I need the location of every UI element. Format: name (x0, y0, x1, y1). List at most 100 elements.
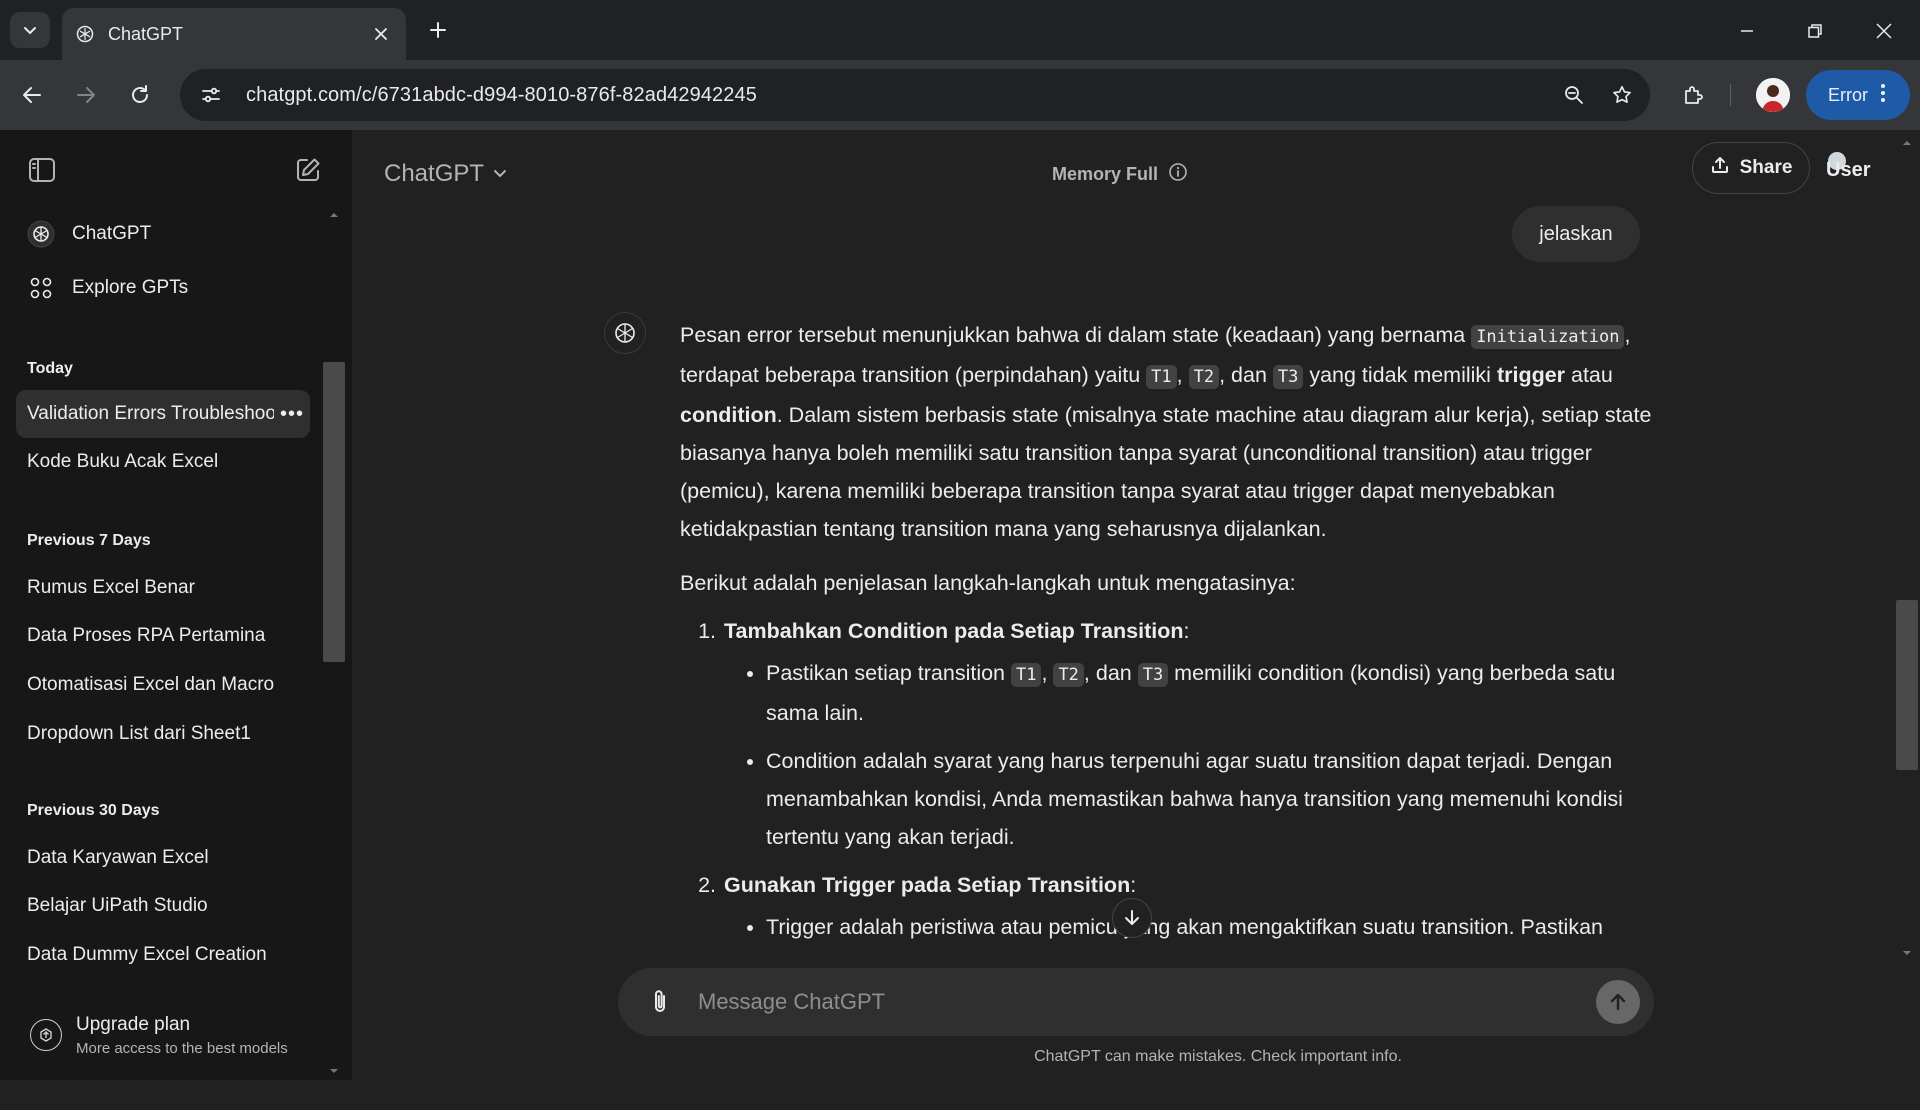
section-title-today: Today (27, 360, 73, 377)
scroll-down-icon[interactable] (329, 1066, 339, 1076)
site-settings-icon[interactable] (186, 75, 236, 115)
assistant-message: Pesan error tersebut menunjukkan bahwa d… (680, 316, 1660, 974)
user-menu-button[interactable]: User (1826, 152, 1870, 188)
scroll-down-icon[interactable] (1902, 948, 1912, 958)
text-span: , dan (1219, 363, 1273, 387)
step-title: Tambahkan Condition pada Setiap Transiti… (724, 619, 1184, 643)
disclaimer: ChatGPT can make mistakes. Check importa… (352, 1048, 1920, 1066)
assistant-paragraph: Berikut adalah penjelasan langkah-langka… (680, 571, 1296, 595)
tab-search-button[interactable] (10, 12, 50, 48)
close-icon[interactable] (370, 23, 392, 45)
puzzle-icon (1685, 86, 1703, 104)
address-bar[interactable]: chatgpt.com/c/6731abdc-d994-8010-876f-82… (180, 69, 1650, 121)
upgrade-plan-button[interactable]: Upgrade plan More access to the best mod… (16, 1002, 326, 1068)
sidebar-scrollbar[interactable] (323, 213, 345, 1110)
upgrade-icon (30, 1019, 62, 1051)
extensions-button[interactable] (1676, 77, 1712, 113)
sidebar-item-chatgpt[interactable]: ChatGPT (16, 210, 310, 258)
user-message-bubble: jelaskan (1512, 206, 1640, 262)
upgrade-subtitle: More access to the best models (76, 1039, 288, 1057)
error-label: Error (1828, 84, 1868, 105)
inline-code: T2 (1053, 663, 1084, 687)
toolbar-divider (1730, 84, 1731, 106)
restore-button[interactable] (1798, 14, 1832, 48)
bold-text: condition (680, 403, 777, 427)
message-composer (618, 968, 1654, 1036)
browser-tab-bar: ChatGPT (0, 0, 1920, 60)
list-item: Gunakan Trigger pada Setiap Transition: … (722, 866, 1660, 946)
openai-logo-icon (74, 23, 96, 45)
toggle-sidebar-button[interactable] (24, 152, 60, 188)
new-tab-button[interactable] (424, 16, 452, 44)
back-button[interactable] (14, 77, 50, 113)
new-chat-button[interactable] (290, 152, 326, 188)
chat-item[interactable]: Dropdown List dari Sheet1 (16, 710, 310, 758)
send-button[interactable] (1596, 980, 1640, 1024)
profile-error-button[interactable]: Error (1806, 70, 1910, 120)
step-title: Gunakan Trigger pada Setiap Transition (724, 873, 1131, 897)
chat-item-label: Data Dummy Excel Creation (27, 944, 267, 965)
chevron-down-icon (24, 27, 36, 35)
sidebar: ChatGPT Explore GPTs Today Validation Er… (0, 130, 352, 1080)
chat-item[interactable]: Data Proses RPA Pertamina (16, 612, 310, 660)
share-icon (1710, 155, 1730, 181)
bookmark-star-icon[interactable] (1602, 75, 1642, 115)
inline-code: T2 (1188, 365, 1220, 389)
openai-logo-icon (615, 323, 635, 343)
forward-button[interactable] (68, 77, 104, 113)
steps-list: Tambahkan Condition pada Setiap Transiti… (680, 612, 1660, 946)
share-button[interactable]: Share (1692, 142, 1810, 194)
text-span: , (1176, 363, 1189, 387)
arrow-right-icon (77, 87, 95, 103)
text-span: . Dalam sistem berbasis state (misalnya … (680, 403, 1652, 541)
model-selector[interactable]: ChatGPT (384, 154, 508, 194)
disclaimer-text: ChatGPT can make mistakes. Check importa… (1034, 1048, 1402, 1065)
bullet-list: Pastikan setiap transition T1, T2, dan T… (724, 654, 1660, 856)
list-item: Pastikan setiap transition T1, T2, dan T… (766, 654, 1660, 732)
chat-item-label: Belajar UiPath Studio (27, 895, 208, 916)
openai-logo-icon (26, 219, 56, 249)
memory-status[interactable]: Memory Full (1052, 156, 1188, 192)
url-text[interactable]: chatgpt.com/c/6731abdc-d994-8010-876f-82… (236, 84, 1554, 107)
chat-item[interactable]: Data Karyawan Excel (16, 834, 310, 882)
browser-tab-chatgpt[interactable]: ChatGPT (62, 8, 406, 60)
chat-item[interactable]: Data Dummy Excel Creation (16, 931, 310, 979)
user-name: User (1826, 158, 1871, 181)
scroll-up-icon[interactable] (1902, 138, 1912, 148)
sidebar-scroll-thumb[interactable] (323, 362, 345, 662)
profile-avatar[interactable] (1756, 78, 1790, 112)
text-span: Pesan error tersebut menunjukkan bahwa d… (680, 323, 1472, 347)
sidebar-item-label: ChatGPT (72, 223, 152, 244)
message-input[interactable] (698, 982, 1596, 1022)
scroll-to-bottom-button[interactable] (1112, 898, 1152, 938)
scroll-up-icon[interactable] (329, 210, 339, 220)
window-close-button[interactable] (1867, 14, 1901, 48)
minimize-button[interactable] (1730, 14, 1764, 48)
chat-item[interactable]: Otomatisasi Excel dan Macro (16, 661, 310, 709)
text-span: Pastikan setiap transition (766, 661, 1011, 685)
model-name: ChatGPT (384, 160, 485, 187)
text-span: yang tidak memiliki (1303, 363, 1497, 387)
more-vertical-icon (1880, 83, 1886, 108)
chat-item[interactable]: Kode Buku Acak Excel (16, 438, 310, 486)
arrow-left-icon (23, 87, 41, 103)
chat-item-label: Data Proses RPA Pertamina (27, 625, 266, 646)
chat-item[interactable]: Validation Errors Troubleshoo ••• (16, 390, 310, 438)
more-horizontal-icon[interactable]: ••• (274, 403, 310, 426)
chat-item[interactable]: Belajar UiPath Studio (16, 882, 310, 930)
browser-toolbar: chatgpt.com/c/6731abdc-d994-8010-876f-82… (0, 60, 1920, 130)
chat-scroll-thumb[interactable] (1896, 600, 1918, 770)
sidebar-item-label: Explore GPTs (72, 277, 189, 298)
chat-item[interactable]: Rumus Excel Benar (16, 564, 310, 612)
close-icon (1876, 23, 1892, 39)
inline-code: T1 (1146, 365, 1177, 389)
avatar-icon (1756, 78, 1790, 112)
sidebar-item-explore-gpts[interactable]: Explore GPTs (16, 264, 310, 312)
section-title-previous-7-days: Previous 7 Days (27, 532, 151, 549)
chevron-down-icon (492, 160, 508, 188)
chat-main: ChatGPT Memory Full Share User jelaskan … (352, 130, 1920, 1080)
zoom-icon[interactable] (1554, 75, 1594, 115)
reload-button[interactable] (122, 77, 158, 113)
paperclip-icon[interactable] (642, 984, 678, 1020)
text-span: atau (1565, 363, 1613, 387)
